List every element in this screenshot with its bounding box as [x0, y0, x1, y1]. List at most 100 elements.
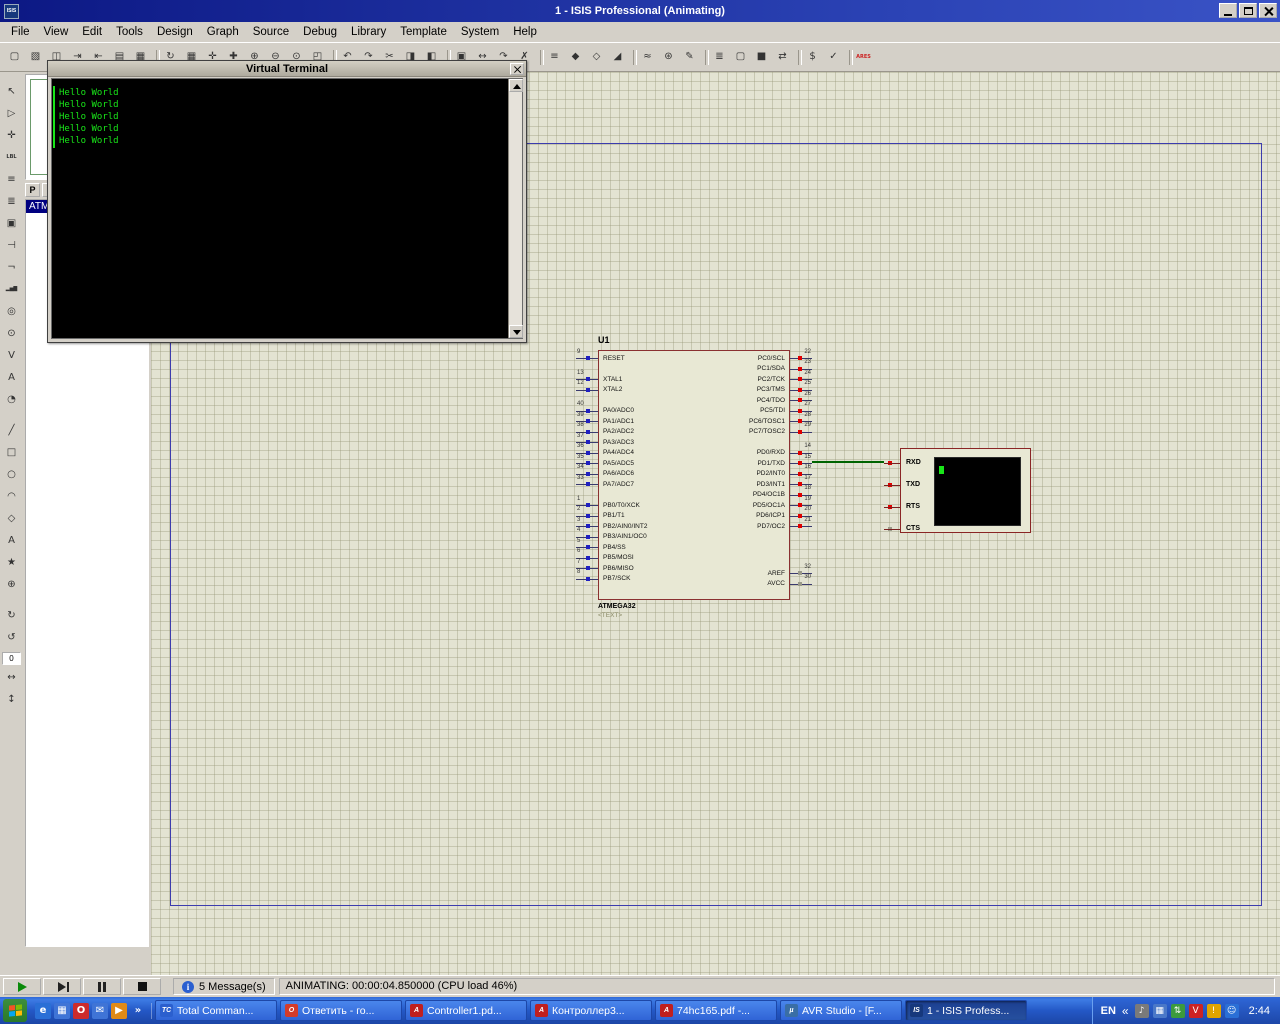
tray-network-icon[interactable]: ⇅ [1171, 1004, 1185, 1018]
minimize-button[interactable] [1219, 3, 1237, 18]
PC0/SCL[interactable]: 22 PC0/SCL [599, 353, 789, 364]
PC4/TDO[interactable]: 26 PC4/TDO [599, 395, 789, 406]
wire-autorouter-button[interactable]: ≈ [638, 48, 657, 67]
2d-circle-tool-button[interactable]: ○ [2, 465, 21, 484]
task-browser-reply[interactable]: O Ответить - го... [280, 1000, 402, 1021]
make-device-button[interactable]: ◆ [566, 48, 585, 67]
2d-path-tool-button[interactable]: ◇ [2, 509, 21, 528]
pause-button[interactable] [83, 978, 121, 995]
wire-label-mode-button[interactable]: LBL [2, 148, 21, 167]
graph-mode-button[interactable]: ▂▅▇ [2, 280, 21, 299]
pick-parts-button[interactable]: ≡ [545, 48, 564, 67]
selection-mode-button[interactable]: ↖ [2, 82, 21, 101]
language-indicator[interactable]: EN [1101, 1005, 1116, 1017]
close-button[interactable] [1259, 3, 1277, 18]
PC1/SDA[interactable]: 23 PC1/SDA [599, 364, 789, 375]
step-button[interactable] [43, 978, 81, 995]
new-sheet-button[interactable]: ▢ [731, 48, 750, 67]
pick-device-button[interactable]: P [25, 183, 40, 197]
subcircuit-mode-button[interactable]: ▣ [2, 214, 21, 233]
tray-antivirus-icon[interactable]: V [1189, 1004, 1203, 1018]
PC3/TMS[interactable]: 25 PC3/TMS [599, 385, 789, 396]
device-pins-mode-button[interactable]: ¬ [2, 258, 21, 277]
component-mode-button[interactable]: ▷ [2, 104, 21, 123]
message-counter[interactable]: i 5 Message(s) [173, 978, 275, 995]
internet-explorer-icon[interactable]: e [35, 1003, 51, 1019]
PD4/OC1B[interactable]: 18 PD4/OC1B [599, 490, 789, 501]
menu-item[interactable]: Graph [200, 24, 246, 40]
start-button[interactable] [3, 999, 27, 1022]
PD7/OC2[interactable]: 21 PD7/OC2 [599, 521, 789, 532]
virtual-terminal-titlebar[interactable]: Virtual Terminal [48, 61, 526, 77]
2d-line-tool-button[interactable]: ╱ [2, 421, 21, 440]
menu-item[interactable]: System [454, 24, 506, 40]
mirror-vertical-button[interactable]: ↕ [2, 690, 21, 709]
bill-of-materials-button[interactable]: $ [803, 48, 822, 67]
generator-mode-button[interactable]: ⊙ [2, 324, 21, 343]
task-controller3-pdf[interactable]: A Контроллер3... [530, 1000, 652, 1021]
electrical-rules-check-button[interactable]: ✓ [824, 48, 843, 67]
decompose-button[interactable]: ◢ [608, 48, 627, 67]
terminals-mode-button[interactable]: ⊣ [2, 236, 21, 255]
task-avr-studio[interactable]: µ AVR Studio - [F... [780, 1000, 902, 1021]
terminal-scrollbar[interactable] [508, 79, 522, 338]
task-74hc165-pdf[interactable]: A 74hc165.pdf -... [655, 1000, 777, 1021]
menu-item[interactable]: View [37, 24, 76, 40]
2d-arc-tool-button[interactable]: ◠ [2, 487, 21, 506]
menu-item[interactable]: Tools [109, 24, 150, 40]
component-atmega32[interactable]: U1 9 RESET 13 [598, 350, 790, 600]
scroll-up-button[interactable] [509, 79, 523, 92]
menu-item[interactable]: Edit [75, 24, 109, 40]
open-design-button[interactable]: ▧ [26, 48, 45, 67]
media-player-icon[interactable]: ▶ [111, 1003, 127, 1019]
stop-button[interactable] [123, 978, 161, 995]
rotate-clockwise-button[interactable]: ↻ [2, 606, 21, 625]
quick-launch-more-chevron[interactable]: » [130, 1003, 146, 1019]
menu-item[interactable]: Design [150, 24, 200, 40]
virtual-instruments-mode-button[interactable]: ◔ [2, 390, 21, 409]
tape-recorder-mode-button[interactable]: ◎ [2, 302, 21, 321]
voltage-probe-mode-button[interactable]: V [2, 346, 21, 365]
show-desktop-icon[interactable]: ▦ [54, 1003, 70, 1019]
PD5/OC1A[interactable]: 19 PD5/OC1A [599, 500, 789, 511]
taskbar-clock[interactable]: 2:44 [1249, 1005, 1270, 1017]
AVCC[interactable]: 30 AVCC [599, 579, 789, 590]
opera-icon[interactable]: O [73, 1003, 89, 1019]
AREF[interactable]: 32 AREF [599, 568, 789, 579]
PD1/TXD[interactable]: 15 PD1/TXD [599, 458, 789, 469]
tray-messenger-icon[interactable]: ☺ [1225, 1004, 1239, 1018]
text-script-mode-button[interactable]: ≡ [2, 170, 21, 189]
PD3/INT1[interactable]: 17 PD3/INT1 [599, 479, 789, 490]
search-and-tag-button[interactable]: ⊛ [659, 48, 678, 67]
task-controller1-pdf[interactable]: A Controller1.pd... [405, 1000, 527, 1021]
PC7/TOSC2[interactable]: 29 PC7/TOSC2 [599, 427, 789, 438]
mirror-horizontal-button[interactable]: ↔ [2, 668, 21, 687]
menu-item[interactable]: Source [246, 24, 296, 40]
virtual-terminal-close-button[interactable] [510, 63, 524, 75]
property-assignment-button[interactable]: ✎ [680, 48, 699, 67]
2d-box-tool-button[interactable]: □ [2, 443, 21, 462]
design-explorer-button[interactable]: ≣ [710, 48, 729, 67]
PC5/TDI[interactable]: 27 PC5/TDI [599, 406, 789, 417]
mail-icon[interactable]: ✉ [92, 1003, 108, 1019]
tray-display-icon[interactable]: ▦ [1153, 1004, 1167, 1018]
netlist-to-ares-button[interactable]: ARES [854, 48, 873, 67]
play-button[interactable] [3, 978, 41, 995]
virtual-terminal-instrument[interactable]: RXD TXD RTS CTS [900, 448, 1031, 533]
buses-mode-button[interactable]: ≣ [2, 192, 21, 211]
maximize-button[interactable] [1239, 3, 1257, 18]
rotation-angle-field[interactable]: 0 [2, 652, 21, 665]
hidden-icons-chevron[interactable]: « [1122, 1004, 1129, 1018]
remove-sheet-button[interactable]: ■ [752, 48, 771, 67]
rotate-anticlockwise-button[interactable]: ↺ [2, 628, 21, 647]
menu-item[interactable]: Library [344, 24, 393, 40]
wire-txd-to-rxd[interactable] [812, 461, 884, 463]
PC2/TCK[interactable]: 24 PC2/TCK [599, 374, 789, 385]
PC6/TOSC1[interactable]: 28 PC6/TOSC1 [599, 416, 789, 427]
new-design-button[interactable]: ▢ [5, 48, 24, 67]
task-isis-professional[interactable]: IS 1 - ISIS Profess... [905, 1000, 1027, 1021]
2d-text-tool-button[interactable]: A [2, 531, 21, 550]
2d-marker-tool-button[interactable]: ⊕ [2, 575, 21, 594]
PD6/ICP1[interactable]: 20 PD6/ICP1 [599, 511, 789, 522]
PD2/INT0[interactable]: 16 PD2/INT0 [599, 469, 789, 480]
